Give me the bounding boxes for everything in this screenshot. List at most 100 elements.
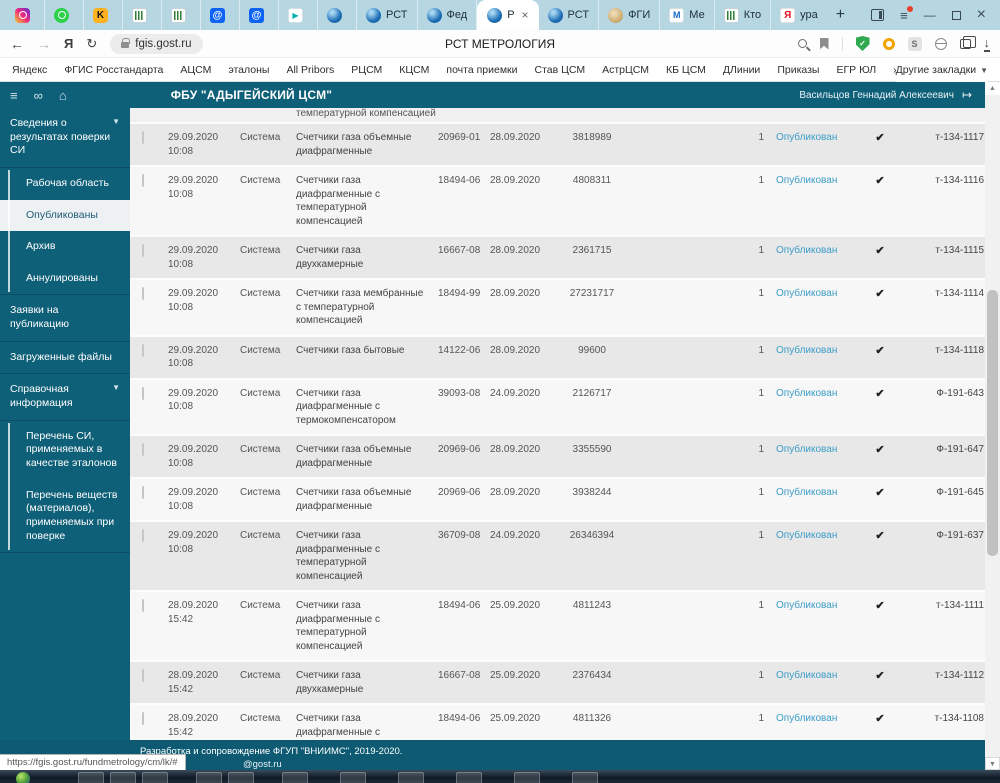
row-checkbox[interactable]	[142, 287, 144, 300]
taskbar-app-button[interactable]	[456, 772, 482, 783]
status-link[interactable]: Опубликован	[764, 486, 850, 500]
status-link[interactable]: Опубликован	[764, 387, 850, 401]
scroll-down-icon[interactable]: ▼	[985, 757, 1000, 770]
download-icon[interactable]: ↓	[984, 36, 991, 52]
bookmark-item[interactable]: ДЛинии	[723, 64, 760, 76]
row-checkbox[interactable]	[142, 443, 144, 456]
sidebar-item-annulled[interactable]: Аннулированы	[0, 263, 130, 295]
table-row[interactable]: 29.09.2020 10:08 Система Счетчики газа д…	[130, 237, 1000, 280]
status-link[interactable]: Опубликован	[764, 443, 850, 457]
other-bookmarks[interactable]: Другие закладки▼	[896, 58, 988, 82]
taskbar-app-button[interactable]	[572, 772, 598, 783]
browser-tab[interactable]: ×	[84, 0, 123, 30]
bookmark-icon[interactable]	[820, 38, 829, 50]
browser-tab[interactable]: ×	[123, 0, 162, 30]
table-row[interactable]: 29.09.2020 10:08 Система Счетчики газа б…	[130, 337, 1000, 380]
restore-button[interactable]	[952, 11, 961, 20]
browser-tab[interactable]: ×	[6, 0, 45, 30]
table-row[interactable]: 28.09.2020 15:42 Система Счетчики газа д…	[130, 662, 1000, 705]
status-link[interactable]: Опубликован	[764, 529, 850, 543]
table-row[interactable]: 29.09.2020 10:08 Система Счетчики газа д…	[130, 380, 1000, 437]
row-checkbox[interactable]	[142, 669, 144, 682]
bookmark-item[interactable]: эталоны	[228, 64, 269, 76]
table-row[interactable]: 29.09.2020 10:08 Система Счетчики газа о…	[130, 479, 1000, 522]
collections-icon[interactable]	[960, 39, 971, 49]
row-checkbox[interactable]	[142, 529, 144, 542]
sidebar-item-published[interactable]: Опубликованы	[0, 200, 130, 232]
bookmark-item[interactable]: АстрЦСМ	[602, 64, 649, 76]
home-icon[interactable]: ⌂	[59, 89, 67, 102]
status-link[interactable]: Опубликован	[764, 174, 850, 188]
table-row[interactable]: 29.09.2020 10:08 Система Счетчики газа о…	[130, 436, 1000, 479]
browser-tab[interactable]: ×	[201, 0, 240, 30]
hamburger-menu-icon[interactable]: ≡	[10, 89, 18, 102]
taskbar-app-button[interactable]	[228, 772, 254, 783]
browser-tab[interactable]: ×	[45, 0, 84, 30]
status-link[interactable]: Опубликован	[764, 287, 850, 301]
taskbar-app-button[interactable]	[340, 772, 366, 783]
forward-icon[interactable]: →	[37, 37, 51, 51]
table-row[interactable]: 29.09.2020 10:08 Система Счетчики газа д…	[130, 167, 1000, 237]
sidebar-group-reference-info[interactable]: Справочная информация ▼	[0, 374, 130, 420]
coin-extension-icon[interactable]	[883, 38, 895, 50]
vertical-scrollbar[interactable]: ▲ ▼	[985, 82, 1000, 770]
browser-tab[interactable]: РСТ ×	[357, 0, 418, 30]
table-row[interactable]: 29.09.2020 10:08 Система Счетчики газа м…	[130, 280, 1000, 337]
bookmark-item[interactable]: КЦСМ	[399, 64, 429, 76]
row-checkbox[interactable]	[142, 712, 144, 725]
bookmark-item[interactable]: Став ЦСМ	[535, 64, 586, 76]
bookmark-item[interactable]: Приказы	[777, 64, 819, 76]
status-link[interactable]: Опубликован	[764, 599, 850, 613]
browser-tab[interactable]: ×	[240, 0, 279, 30]
browser-tab[interactable]: Фед ×	[418, 0, 478, 30]
row-checkbox[interactable]	[142, 344, 144, 357]
taskbar-app-button[interactable]	[398, 772, 424, 783]
bookmark-item[interactable]: All Pribors	[286, 64, 334, 76]
row-checkbox[interactable]	[142, 244, 144, 257]
s-extension-icon[interactable]: S	[908, 37, 922, 51]
bookmark-item[interactable]: КБ ЦСМ	[666, 64, 706, 76]
status-link[interactable]: Опубликован	[764, 712, 850, 726]
scrollbar-thumb[interactable]	[987, 290, 998, 556]
row-checkbox[interactable]	[142, 486, 144, 499]
minimize-button[interactable]: —	[924, 9, 936, 21]
browser-tab[interactable]: Кто ×	[715, 0, 771, 30]
status-link[interactable]: Опубликован	[764, 244, 850, 258]
taskbar-app-button[interactable]	[282, 772, 308, 783]
tab-close-icon[interactable]: ×	[522, 8, 529, 22]
row-checkbox[interactable]	[142, 599, 144, 612]
taskbar-app-button[interactable]	[78, 772, 104, 783]
row-checkbox[interactable]	[142, 174, 144, 187]
side-panel-icon[interactable]	[871, 9, 884, 21]
search-icon[interactable]	[798, 39, 807, 48]
browser-tab[interactable]: ФГИ ×	[599, 0, 660, 30]
status-link[interactable]: Опубликован	[764, 669, 850, 683]
bookmark-item[interactable]: РЦСМ	[351, 64, 382, 76]
close-button[interactable]: ×	[977, 7, 986, 23]
row-checkbox[interactable]	[142, 387, 144, 400]
sidebar-item-si-list[interactable]: Перечень СИ, применяемых в качестве этал…	[0, 421, 130, 480]
start-button[interactable]	[16, 772, 30, 783]
logout-icon[interactable]: ↦	[962, 88, 972, 102]
sidebar-item-substances-list[interactable]: Перечень веществ (материалов), применяем…	[0, 480, 130, 553]
bookmark-item[interactable]: ФГИС Росстандарта	[64, 64, 163, 76]
bookmark-item[interactable]: Яндекс	[12, 64, 47, 76]
bookmark-item[interactable]: ЕГР ЮЛ	[836, 64, 876, 76]
taskbar-app-button[interactable]	[514, 772, 540, 783]
reload-icon[interactable]: ↻	[86, 36, 97, 52]
scroll-up-icon[interactable]: ▲	[985, 82, 1000, 95]
protect-shield-icon[interactable]: ✓	[856, 36, 870, 51]
sidebar-item-publication-requests[interactable]: Заявки на публикацию	[0, 295, 130, 341]
url-field[interactable]: fgis.gost.ru	[110, 34, 202, 54]
row-checkbox[interactable]	[142, 131, 144, 144]
back-icon[interactable]: ←	[10, 37, 24, 51]
browser-tab[interactable]: ура ×	[771, 0, 824, 30]
taskbar-app-button[interactable]	[196, 772, 222, 783]
browser-tab[interactable]: Р ×	[477, 0, 538, 30]
table-row[interactable]: 28.09.2020 15:42 Система Счетчики газа д…	[130, 592, 1000, 662]
browser-menu-icon[interactable]: ≡	[900, 9, 908, 22]
translate-globe-icon[interactable]	[935, 38, 947, 50]
status-link[interactable]: Опубликован	[764, 131, 850, 145]
browser-tab[interactable]: Ме ×	[660, 0, 714, 30]
binoculars-icon[interactable]: ∞	[34, 89, 43, 102]
